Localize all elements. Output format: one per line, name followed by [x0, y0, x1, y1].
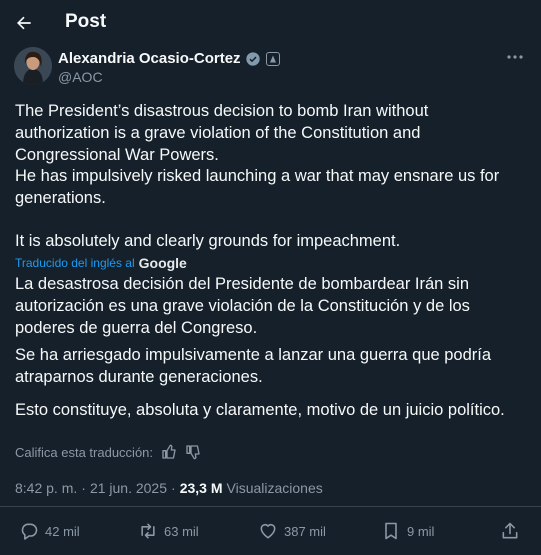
- avatar[interactable]: [14, 47, 52, 85]
- reply-icon: [21, 523, 38, 540]
- views-label: Visualizaciones: [226, 480, 323, 496]
- author-handle[interactable]: @AOC: [58, 69, 103, 85]
- tweet-paragraph-3: It is absolutely and clearly grounds for…: [15, 232, 401, 250]
- author-name[interactable]: Alexandria Ocasio-Cortez: [58, 50, 241, 67]
- repost-icon: [141, 523, 155, 539]
- translation-label-text: Traducido del inglés al: [15, 256, 135, 270]
- like-count: 387 mil: [284, 523, 326, 539]
- share-button[interactable]: [500, 521, 520, 541]
- translation-paragraph-3: Esto constituye, absoluta y claramente, …: [15, 401, 505, 419]
- repost-count: 63 mil: [164, 523, 199, 539]
- bookmark-icon: [385, 522, 397, 540]
- thumbs-down-icon: [186, 445, 200, 460]
- rate-translation-row: Califica esta traducción:: [15, 444, 201, 460]
- tweet-paragraph-1: The President’s disastrous decision to b…: [15, 102, 429, 164]
- translation-paragraph-1: La desastrosa decisión del Presidente de…: [15, 275, 470, 337]
- meta-separator: ·: [81, 480, 86, 496]
- views-count[interactable]: 23,3 M: [180, 480, 223, 496]
- more-icon: [507, 55, 523, 59]
- government-affiliation-icon[interactable]: [265, 51, 280, 66]
- divider: [0, 506, 541, 507]
- like-button[interactable]: 387 mil: [258, 521, 326, 541]
- thumbs-up-icon: [162, 444, 176, 459]
- thumbs-up-button[interactable]: [161, 444, 177, 460]
- thumbs-down-button[interactable]: [185, 444, 201, 460]
- arrow-left-icon: [17, 16, 31, 30]
- post-time[interactable]: 8:42 p. m.: [15, 480, 77, 496]
- verified-badge-icon: [245, 51, 260, 66]
- rate-translation-label: Califica esta traducción:: [15, 444, 154, 460]
- author-name-row: Alexandria Ocasio-Cortez: [58, 50, 280, 67]
- tweet-paragraph-2: He has impulsively risked launching a wa…: [15, 167, 500, 207]
- page-title: Post: [65, 11, 107, 32]
- avatar-image: [14, 47, 52, 85]
- bookmark-count: 9 mil: [407, 523, 435, 539]
- page-header: Post: [0, 0, 541, 46]
- reply-button[interactable]: 42 mil: [19, 521, 80, 541]
- more-options-button[interactable]: [505, 50, 525, 64]
- share-icon: [502, 522, 518, 539]
- heart-icon: [260, 523, 276, 539]
- back-button[interactable]: [11, 10, 37, 36]
- reply-count: 42 mil: [45, 523, 80, 539]
- translation-label[interactable]: Traducido del inglés al Google: [15, 255, 187, 271]
- post-date[interactable]: 21 jun. 2025: [90, 480, 167, 496]
- repost-button[interactable]: 63 mil: [138, 521, 199, 541]
- post-meta: 8:42 p. m. · 21 jun. 2025 · 23,3 M Visua…: [15, 480, 323, 496]
- bookmark-button[interactable]: 9 mil: [381, 521, 434, 541]
- translation-paragraph-2: Se ha arriesgado impulsivamente a lanzar…: [15, 346, 492, 386]
- google-logo: Google: [138, 255, 187, 271]
- meta-separator-2: ·: [171, 480, 176, 496]
